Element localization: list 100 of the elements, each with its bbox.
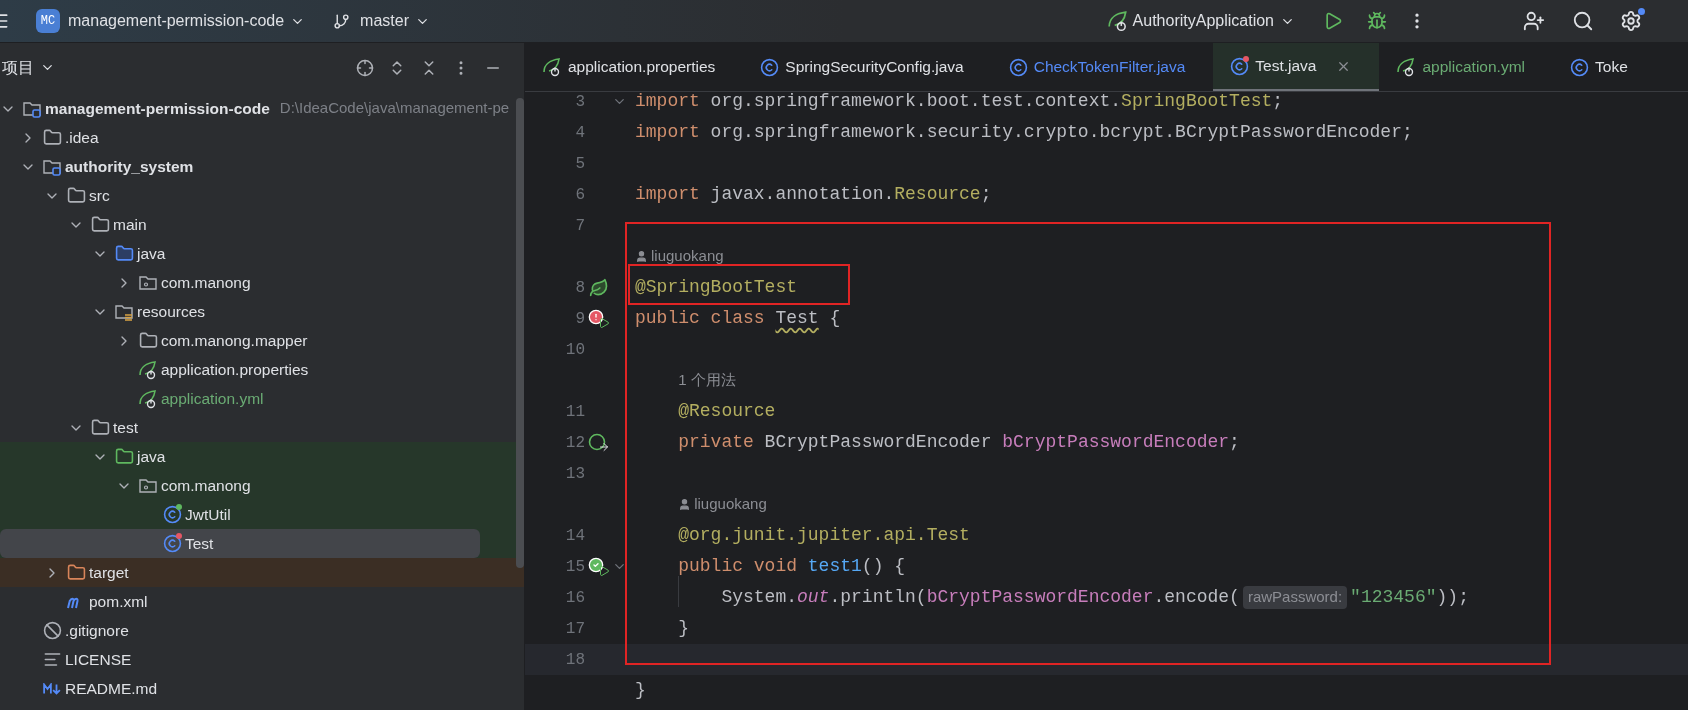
line-number: 9 xyxy=(575,308,585,330)
tree-item-label: .gitignore xyxy=(65,620,129,641)
tree-item-label: com.manong xyxy=(161,475,251,496)
tree-item[interactable]: com.manong.mapper xyxy=(0,326,512,355)
code-token: ; xyxy=(1272,92,1284,113)
tree-item-label: resources xyxy=(137,301,206,322)
code-token: public class xyxy=(635,307,766,330)
line-number: 4 xyxy=(575,122,585,144)
tree-item[interactable]: .gitignore xyxy=(0,616,512,645)
editor-tab[interactable]: Toke xyxy=(1553,43,1656,91)
class-icon xyxy=(1570,57,1589,77)
code-token: public void xyxy=(678,555,798,578)
scrollbar[interactable] xyxy=(516,98,524,568)
tree-item-label: Test xyxy=(185,533,214,554)
bean-arrow-icon[interactable] xyxy=(587,432,610,453)
tree-item-label: com.manong.mapper xyxy=(161,330,308,351)
tree-item-label: JwtUtil xyxy=(185,504,231,525)
code-token: .encode( xyxy=(1153,586,1240,609)
add-user-icon[interactable] xyxy=(1523,10,1545,32)
line-number: 15 xyxy=(565,556,585,578)
class-icon xyxy=(162,505,182,524)
class-icon xyxy=(162,534,182,553)
folder-icon xyxy=(66,563,86,582)
usages-hint[interactable]: 1 个用法 xyxy=(678,369,736,392)
tree-item[interactable]: java xyxy=(0,239,512,268)
project-switcher[interactable]: management-permission-code xyxy=(68,9,306,33)
author-hint[interactable]: liuguokang xyxy=(635,245,724,268)
error-run-icon[interactable] xyxy=(587,308,610,329)
tree-item[interactable]: pom.xml xyxy=(0,587,512,616)
code-token: test1 xyxy=(807,555,862,578)
line-number: 14 xyxy=(565,525,585,547)
tree-item-label: test xyxy=(113,417,138,438)
code-token: private xyxy=(678,431,754,454)
tree-item[interactable]: main xyxy=(0,210,512,239)
line-number: 6 xyxy=(575,184,585,206)
tree-item-label: main xyxy=(113,214,147,235)
tree-item[interactable]: resources xyxy=(0,297,512,326)
run-configuration[interactable]: AuthorityApplication xyxy=(1132,9,1295,33)
code-token: () { xyxy=(861,555,906,578)
editor-tab[interactable]: application.properties xyxy=(525,43,744,91)
code-token: System. xyxy=(721,586,797,609)
tree-item[interactable]: Test xyxy=(0,529,480,558)
tree-item-label: target xyxy=(89,562,129,583)
line-number: 11 xyxy=(565,401,585,423)
tree-item[interactable]: authority_system xyxy=(0,152,512,181)
code-token: @Resource xyxy=(678,400,776,423)
parameter-hint: rawPassword: xyxy=(1242,586,1348,609)
code-token: Test xyxy=(926,524,970,547)
tree-item-label: .idea xyxy=(65,127,99,148)
editor-tab[interactable]: SpringSecurityConfig.java xyxy=(743,43,992,91)
folder-icon xyxy=(114,244,134,263)
tree-item-label: authority_system xyxy=(65,156,194,177)
line-number: 16 xyxy=(565,587,585,609)
editor-tab[interactable]: application.yml xyxy=(1379,43,1553,91)
code-token: "123456" xyxy=(1350,586,1437,609)
tree-item[interactable]: .idea xyxy=(0,123,512,152)
class-icon xyxy=(760,57,780,77)
class-icon xyxy=(1230,56,1250,76)
code-token: javax.annotation. xyxy=(709,183,895,206)
tree-item[interactable]: README.md xyxy=(0,674,512,703)
search-icon[interactable] xyxy=(1572,10,1594,32)
tree-item-label: README.md xyxy=(65,678,158,699)
editor-tab[interactable]: Test.java xyxy=(1213,43,1380,91)
line-number: 12 xyxy=(565,432,585,454)
branch-switcher[interactable]: master xyxy=(360,9,430,33)
code-token: @org.junit.jupiter.api. xyxy=(678,524,927,547)
text-lines-icon xyxy=(42,650,62,669)
tree-item-label: com.manong xyxy=(161,272,251,293)
run-icon[interactable] xyxy=(1323,11,1343,31)
settings-icon[interactable] xyxy=(1620,10,1642,32)
author-hint[interactable]: liuguokang xyxy=(678,493,767,516)
check-run-icon[interactable] xyxy=(587,556,610,577)
tree-item[interactable]: com.manong xyxy=(0,268,512,297)
leaf-icon[interactable] xyxy=(588,277,609,298)
line-number: 17 xyxy=(565,618,585,640)
tree-item[interactable]: LICENSE xyxy=(0,645,512,674)
line-number: 5 xyxy=(575,153,585,175)
line-number: 7 xyxy=(575,215,585,237)
folder-icon xyxy=(90,215,110,234)
ignore-icon xyxy=(42,621,62,640)
code-token: ; xyxy=(1229,431,1240,454)
code-token: SpringBootTest xyxy=(1121,92,1273,113)
editor-tab[interactable]: CheckTokenFilter.java xyxy=(991,43,1214,91)
tree-item[interactable]: src xyxy=(0,181,512,210)
tree-item[interactable]: application.properties xyxy=(0,355,512,384)
folder-icon xyxy=(42,128,62,147)
tree-item-label: application.yml xyxy=(161,388,264,409)
code-token: } xyxy=(635,679,646,702)
spring-leaf-icon xyxy=(138,388,158,409)
locate-icon[interactable] xyxy=(356,58,374,77)
tree-item[interactable]: application.yml xyxy=(0,384,512,413)
debug-icon[interactable] xyxy=(1367,11,1387,31)
folder-icon xyxy=(138,331,158,350)
panel-title[interactable]: 项目 xyxy=(2,55,55,80)
tree-item-label: management-permission-code xyxy=(45,98,270,119)
code-token: out xyxy=(797,586,830,609)
tree-item[interactable]: test xyxy=(0,413,512,442)
code-token: import xyxy=(635,121,700,144)
tree-item-label: LICENSE xyxy=(65,649,132,670)
tree-item[interactable]: management-permission-code D:\IdeaCode\java\management-pe xyxy=(0,94,512,123)
